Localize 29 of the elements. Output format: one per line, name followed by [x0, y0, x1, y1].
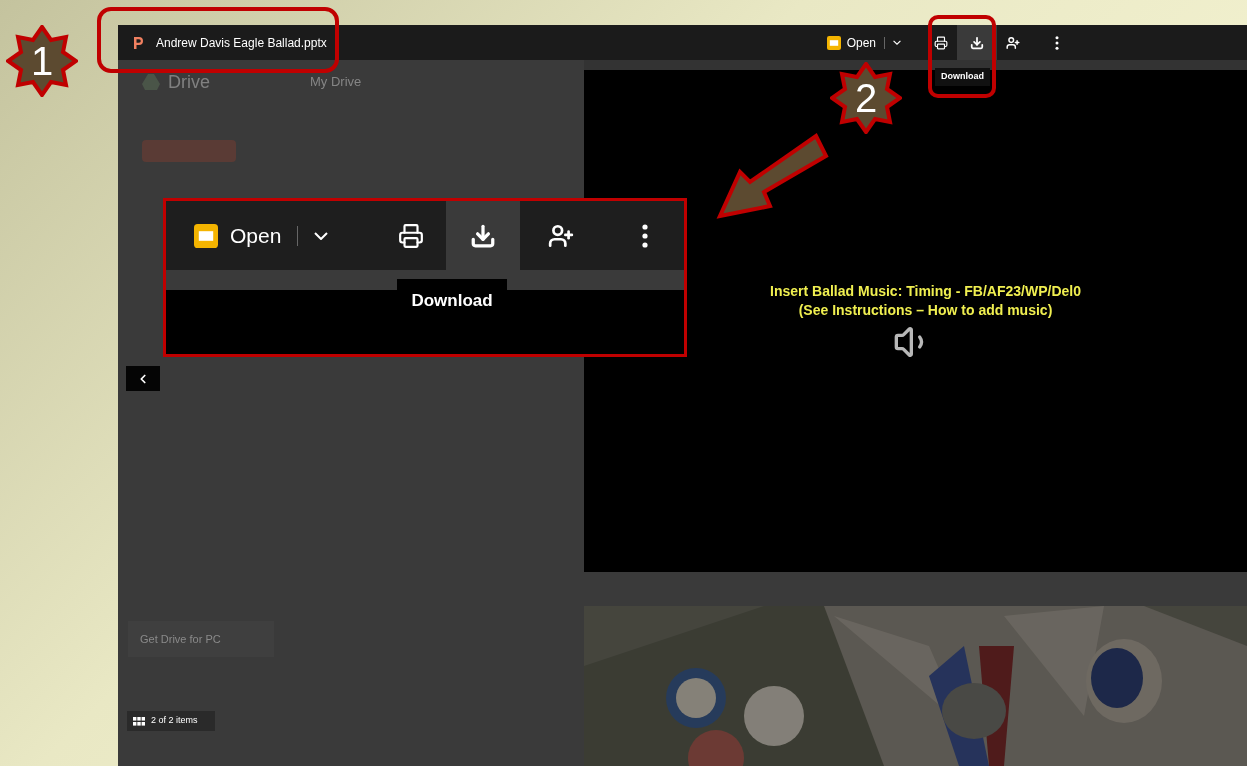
more-icon — [1055, 35, 1059, 50]
download-icon — [970, 35, 984, 50]
drive-logo-icon — [142, 74, 160, 90]
promo-text: Get Drive for PC — [140, 631, 221, 647]
slides-app-icon — [194, 223, 218, 248]
file-name: Andrew Davis Eagle Ballad.pptx — [156, 34, 327, 52]
slides-app-icon — [826, 35, 841, 50]
app-name: Drive — [168, 70, 210, 94]
printer-icon — [934, 35, 948, 50]
location-title: My Drive — [310, 73, 362, 92]
dropdown-caret-icon — [314, 231, 329, 240]
presentation-file-icon — [132, 35, 144, 50]
add-person-icon — [548, 222, 575, 249]
tooltip: Download — [935, 68, 990, 86]
dropdown-caret-icon — [893, 40, 901, 45]
more-icon — [642, 223, 649, 248]
slide-text: (See Instructions – How to add music) — [798, 301, 1053, 320]
download-button[interactable] — [446, 201, 521, 270]
printer-icon — [398, 222, 425, 249]
grid-icon — [133, 716, 145, 726]
download-button[interactable] — [957, 25, 997, 60]
open-button[interactable]: Open — [818, 25, 909, 60]
add-person-icon — [1006, 35, 1020, 50]
back-button[interactable] — [126, 366, 160, 391]
step-badge: 1 — [6, 25, 78, 97]
download-icon — [470, 222, 497, 249]
item-count-chip: 2 of 2 items — [127, 711, 215, 731]
step-badge: 2 — [830, 62, 902, 134]
slide-text: Insert Ballad Music: Timing - FB/AF23/WP/Del0 — [770, 282, 1081, 301]
